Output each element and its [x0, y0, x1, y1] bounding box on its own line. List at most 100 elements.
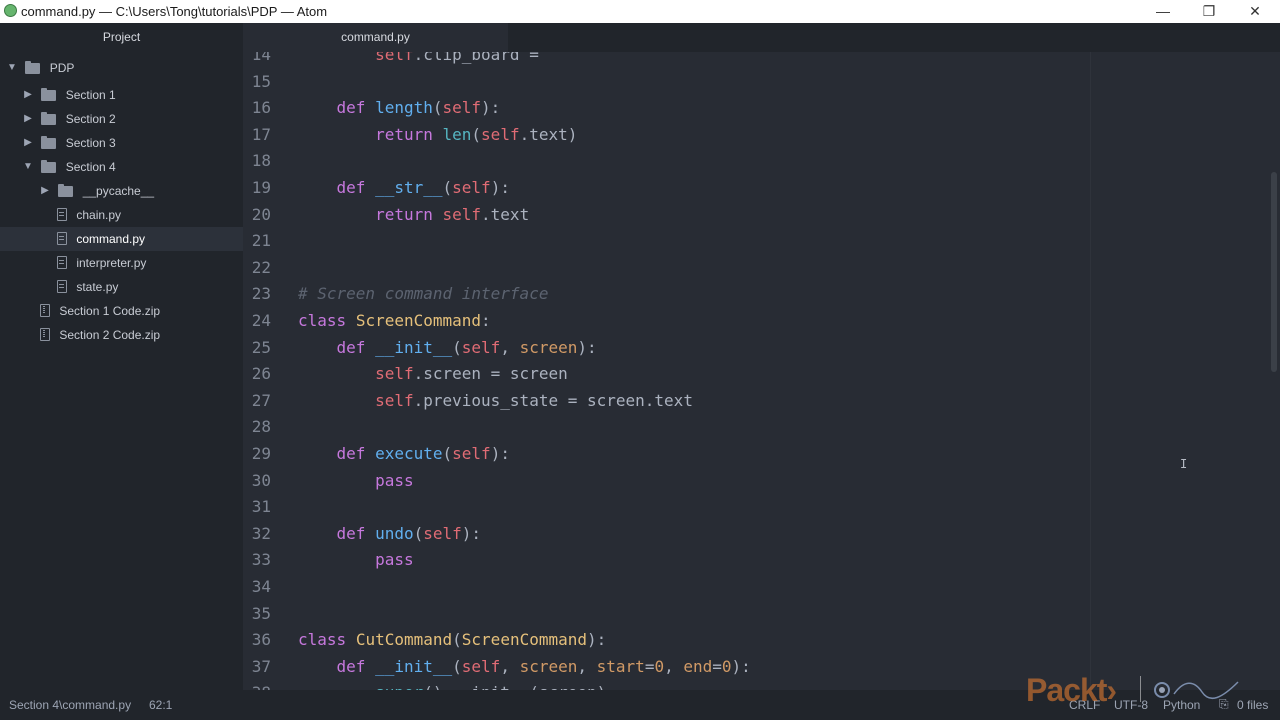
status-file-path[interactable]: Section 4\command.py — [9, 698, 131, 712]
tree-item-label: Section 1 — [65, 88, 116, 102]
code-line[interactable]: return len(self.text) — [298, 122, 577, 149]
chevron-right-icon: ▶ — [24, 137, 32, 148]
status-cursor-position[interactable]: 62:1 — [149, 698, 172, 712]
tree-item-state-py[interactable]: state.py — [57, 275, 118, 299]
file-icon — [57, 232, 67, 245]
chevron-down-icon: ▼ — [7, 62, 17, 73]
tree-item-label: interpreter.py — [76, 256, 147, 270]
line-number: 17 — [251, 124, 271, 144]
line-number: 23 — [251, 284, 271, 304]
folder-icon — [58, 184, 74, 197]
code-line[interactable]: self.previous_state = screen.text — [298, 388, 693, 415]
line-number-gutter: 14 15 16 17 18 19 20 21 22 23 24 25 26 27 28 29 30 31 32 33… — [243, 52, 283, 690]
tree-item-section-1-zip[interactable]: Section 1 Code.zip — [40, 299, 160, 323]
line-number: 24 — [251, 311, 271, 330]
tree-item-command-py[interactable]: command.py — [0, 227, 243, 251]
code-line[interactable]: def undo(self): — [298, 521, 482, 548]
code-line[interactable]: pass — [298, 468, 414, 495]
tree-item-label: PDP — [49, 61, 75, 75]
line-number: 26 — [251, 364, 271, 384]
chevron-right-icon: ▶ — [24, 89, 32, 100]
scrollbar-thumb[interactable] — [1271, 172, 1277, 372]
chevron-right-icon: ▶ — [41, 185, 49, 196]
watermark-divider — [1140, 676, 1141, 702]
folder-icon — [41, 160, 57, 173]
tree-item-section-1[interactable]: ▶ Section 1 — [22, 83, 116, 107]
tree-item-label: command.py — [76, 232, 146, 246]
line-number: 28 — [251, 417, 271, 437]
file-icon — [57, 208, 67, 221]
code-line[interactable]: pass — [298, 547, 414, 574]
tree-item-section-3[interactable]: ▶ Section 3 — [22, 131, 116, 155]
zip-file-icon — [40, 328, 50, 341]
code-line[interactable]: class ScreenCommand: — [298, 308, 491, 335]
secondary-logo-watermark — [1152, 676, 1242, 702]
code-line[interactable]: def execute(self): — [298, 441, 510, 468]
wrap-guide — [1090, 52, 1091, 690]
line-number: 38 — [243, 680, 271, 690]
partner-logo-icon — [1154, 681, 1239, 700]
line-number: 21 — [251, 231, 271, 251]
project-tree-panel: Project ▼ PDP ▶ Section 1 ▶ Section 2 ▶ … — [0, 23, 243, 690]
line-number: 32 — [251, 523, 271, 543]
project-panel-header: Project — [102, 30, 141, 44]
code-line[interactable]: # Screen command interface — [298, 281, 548, 308]
tree-item-section-2[interactable]: ▶ Section 2 — [22, 107, 116, 131]
tree-item-chain-py[interactable]: chain.py — [57, 203, 121, 227]
zip-file-icon — [40, 304, 50, 317]
tree-item-label: Section 2 — [65, 112, 116, 126]
line-number: 27 — [251, 390, 271, 410]
close-button[interactable]: ✕ — [1232, 0, 1278, 23]
file-icon — [57, 256, 67, 269]
file-icon — [57, 280, 67, 293]
line-number: 16 — [251, 98, 271, 118]
window-title: command.py — C:\Users\Tong\tutorials\PDP… — [21, 4, 328, 19]
code-line[interactable]: self.screen = screen — [298, 361, 568, 388]
tree-item-interpreter-py[interactable]: interpreter.py — [57, 251, 146, 275]
atom-app-icon — [4, 4, 17, 17]
line-number: 25 — [251, 337, 271, 357]
tree-item-label: __pycache__ — [82, 184, 155, 198]
code-line[interactable]: def __init__(self, screen, start=0, end=… — [298, 654, 751, 681]
mouse-ibeam-cursor: I — [1180, 457, 1188, 471]
status-encoding[interactable]: UTF-8 — [1114, 698, 1148, 712]
code-line[interactable]: class CutCommand(ScreenCommand): — [298, 627, 606, 654]
chevron-right-icon: ▶ — [24, 113, 32, 124]
tree-item-label: Section 4 — [65, 160, 116, 174]
line-number: 36 — [251, 630, 271, 650]
tab-bar: command.py — [243, 23, 1280, 52]
code-line[interactable]: self.clip_board = — [298, 52, 548, 69]
line-number: 14 — [251, 52, 271, 64]
tree-item-section-2-zip[interactable]: Section 2 Code.zip — [40, 323, 160, 347]
code-line[interactable]: def length(self): — [298, 95, 501, 122]
tree-root-pdp[interactable]: ▼ PDP — [6, 56, 74, 80]
tree-item-section-4[interactable]: ▼ Section 4 — [22, 155, 116, 179]
minimize-button[interactable]: — — [1140, 0, 1186, 23]
title-bar: command.py — C:\Users\Tong\tutorials\PDP… — [0, 0, 1280, 23]
tree-item-label: state.py — [76, 280, 119, 294]
code-editor[interactable]: 14 15 16 17 18 19 20 21 22 23 24 25 26 27 28 29 30 31 32 33… — [243, 52, 1268, 690]
vertical-scrollbar[interactable] — [1268, 52, 1280, 690]
line-number: 19 — [251, 178, 271, 197]
line-number: 18 — [251, 151, 271, 171]
line-number: 37 — [251, 656, 271, 676]
folder-icon — [41, 136, 57, 149]
line-number: 35 — [251, 603, 271, 623]
folder-icon — [41, 88, 57, 101]
code-line[interactable]: return self.text — [298, 202, 529, 229]
line-number: 22 — [251, 257, 271, 277]
line-number: 33 — [251, 550, 271, 570]
tree-item-pycache[interactable]: ▶ __pycache__ — [39, 179, 154, 203]
tree-item-label: Section 3 — [65, 136, 116, 150]
code-line[interactable]: def __str__(self): — [298, 175, 510, 202]
restore-button[interactable]: ❐ — [1186, 0, 1232, 23]
folder-icon — [41, 112, 57, 125]
line-number: 30 — [251, 470, 271, 490]
line-number: 15 — [251, 71, 271, 91]
packt-logo-watermark: Packt› — [1026, 672, 1117, 708]
tab-command-py[interactable]: command.py — [243, 23, 508, 52]
code-line[interactable]: def __init__(self, screen): — [298, 335, 597, 362]
code-line[interactable]: super().__init__(screen) — [298, 680, 606, 690]
line-number: 29 — [251, 444, 271, 463]
chevron-down-icon: ▼ — [23, 161, 33, 172]
